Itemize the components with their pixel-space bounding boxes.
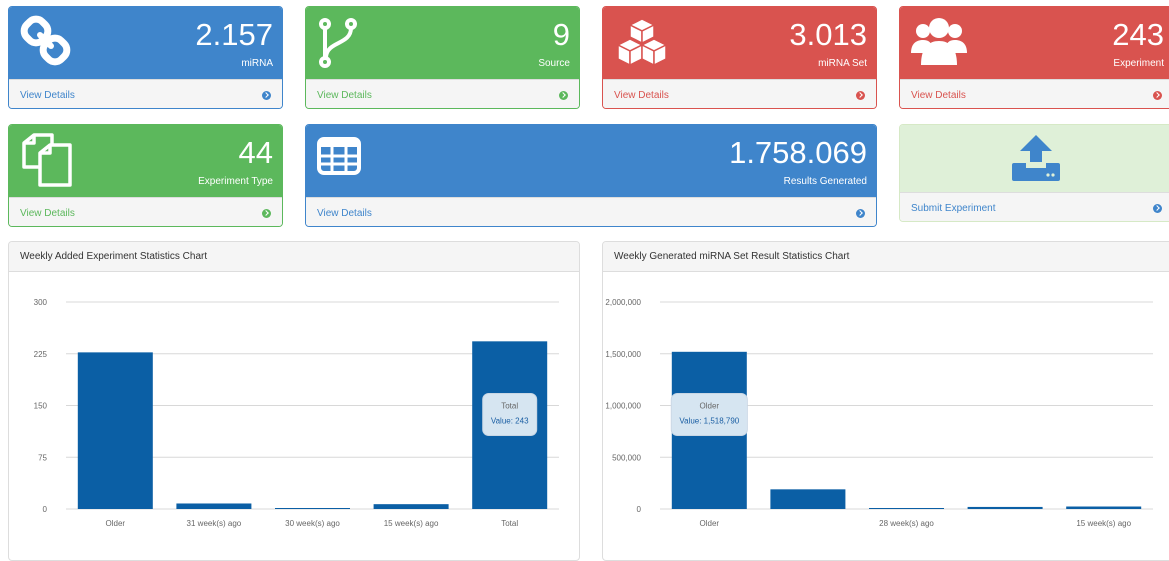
mirna-count: 2.157 <box>195 17 273 52</box>
source-card-header: 9 Source <box>306 7 579 79</box>
arrow-circle-right-icon[interactable] <box>1153 204 1162 213</box>
arrow-circle-right-icon[interactable] <box>559 91 568 100</box>
view-details-link[interactable]: View Details <box>20 208 75 219</box>
y-tick-label: 150 <box>34 402 48 411</box>
y-tick-label: 225 <box>34 350 48 359</box>
experiment-card-header: 243 Experiment <box>900 7 1169 79</box>
y-tick-label: 75 <box>38 453 47 462</box>
x-tick-label: 15 week(s) ago <box>1076 519 1131 528</box>
copy-icon <box>22 133 72 187</box>
experiment-type-label: Experiment Type <box>198 176 273 187</box>
y-tick-label: 0 <box>43 505 48 514</box>
source-label: Source <box>538 58 570 69</box>
arrow-circle-right-icon[interactable] <box>262 91 271 100</box>
mirna-set-count: 3.013 <box>789 17 867 52</box>
tooltip-title: Total <box>501 402 518 411</box>
arrow-circle-right-icon[interactable] <box>856 91 865 100</box>
y-tick-label: 500,000 <box>612 453 641 462</box>
results-generated-view-details[interactable]: View Details <box>306 197 876 226</box>
x-tick-label: 15 week(s) ago <box>384 519 439 528</box>
y-tick-label: 0 <box>637 505 642 514</box>
bar[interactable] <box>373 504 449 509</box>
code-fork-icon <box>319 18 357 68</box>
link-icon <box>20 15 71 66</box>
submit-experiment-card: Submit Experiment <box>899 124 1169 222</box>
mirna-set-card-header: 3.013 miRNA Set <box>603 7 876 79</box>
chart-title: Weekly Added Experiment Statistics Chart <box>9 242 579 272</box>
weekly-experiment-chart-panel: Weekly Added Experiment Statistics Chart… <box>8 241 580 561</box>
cubes-icon <box>616 18 668 67</box>
results-generated-card-header: 1.758.069 Results Generated <box>306 125 876 197</box>
experiment-count: 243 <box>1112 17 1164 52</box>
x-tick-label: 28 week(s) ago <box>879 519 934 528</box>
y-tick-label: 2,000,000 <box>605 298 641 307</box>
mirna-set-view-details[interactable]: View Details <box>603 79 876 108</box>
chart-title: Weekly Generated miRNA Set Result Statis… <box>603 242 1169 272</box>
bar[interactable] <box>77 352 153 509</box>
experiment-label: Experiment <box>1113 58 1164 69</box>
users-icon <box>911 18 967 65</box>
source-view-details[interactable]: View Details <box>306 79 579 108</box>
bar[interactable] <box>176 503 252 509</box>
bar[interactable] <box>967 506 1043 509</box>
mirna-view-details[interactable]: View Details <box>9 79 282 108</box>
bar[interactable] <box>275 508 350 509</box>
view-details-link[interactable]: View Details <box>20 90 75 101</box>
arrow-circle-right-icon[interactable] <box>1153 91 1162 100</box>
chart-tooltip: Total Value: 243 <box>482 393 538 436</box>
results-generated-card: 1.758.069 Results Generated View Details <box>305 124 877 227</box>
experiment-card: 243 Experiment View Details <box>899 6 1169 109</box>
submit-experiment-footer[interactable]: Submit Experiment <box>900 192 1169 221</box>
x-tick-label: 30 week(s) ago <box>285 519 340 528</box>
results-generated-label: Results Generated <box>783 176 867 187</box>
tooltip-title: Older <box>700 402 720 411</box>
x-tick-label: Older <box>106 519 126 528</box>
x-tick-label: 31 week(s) ago <box>187 519 242 528</box>
view-details-link[interactable]: View Details <box>317 208 372 219</box>
x-tick-label: Older <box>700 519 720 528</box>
experiment-view-details[interactable]: View Details <box>900 79 1169 108</box>
mirna-set-card: 3.013 miRNA Set View Details <box>602 6 877 109</box>
view-details-link[interactable]: View Details <box>614 90 669 101</box>
arrow-circle-right-icon[interactable] <box>262 209 271 218</box>
tooltip-value: Value: 1,518,790 <box>679 417 739 426</box>
source-count: 9 <box>552 17 570 52</box>
y-tick-label: 1,000,000 <box>605 402 641 411</box>
experiment-type-view-details[interactable]: View Details <box>9 197 282 226</box>
upload-icon <box>1012 135 1060 181</box>
y-tick-label: 300 <box>34 298 48 307</box>
x-tick-label: Total <box>501 519 518 528</box>
y-tick-label: 1,500,000 <box>605 350 641 359</box>
view-details-link[interactable]: View Details <box>317 90 372 101</box>
mirna-set-label: miRNA Set <box>818 58 867 69</box>
weekly-mirna-set-chart: 2,000,000 1,500,000 1,000,000 500,000 0 Older… <box>605 298 1153 528</box>
experiment-type-card-header: 44 Experiment Type <box>9 125 282 197</box>
bar[interactable] <box>869 508 944 509</box>
mirna-card: 2.157 miRNA View Details <box>8 6 283 109</box>
chart-tooltip: Older Value: 1,518,790 <box>670 393 748 436</box>
view-details-link[interactable]: View Details <box>911 90 966 101</box>
bar[interactable] <box>1066 506 1142 509</box>
arrow-circle-right-icon[interactable] <box>856 209 865 218</box>
experiment-type-count: 44 <box>238 135 273 170</box>
submit-experiment-card-header <box>900 125 1169 192</box>
tooltip-value: Value: 243 <box>491 417 529 426</box>
weekly-experiment-chart: 300 225 150 75 0 Older 31 week(s) ago 30 week(s… <box>34 298 559 528</box>
mirna-label: miRNA <box>241 58 273 69</box>
source-card: 9 Source View Details <box>305 6 580 109</box>
submit-experiment-link[interactable]: Submit Experiment <box>911 203 995 214</box>
bar[interactable] <box>770 489 846 509</box>
weekly-mirna-set-chart-panel: Weekly Generated miRNA Set Result Statis… <box>602 241 1169 561</box>
experiment-type-card: 44 Experiment Type View Details <box>8 124 283 227</box>
mirna-card-header: 2.157 miRNA <box>9 7 282 79</box>
results-generated-count: 1.758.069 <box>729 135 867 170</box>
table-icon <box>317 137 361 175</box>
